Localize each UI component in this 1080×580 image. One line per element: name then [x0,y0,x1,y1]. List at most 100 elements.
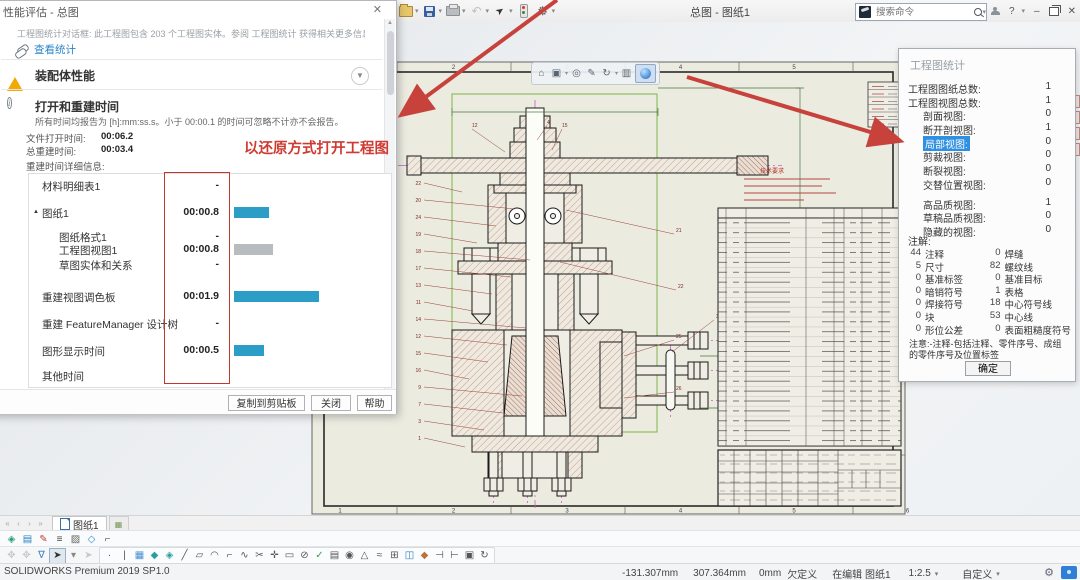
trim-icon[interactable]: ✂ [252,549,267,563]
status-gear-icon[interactable]: ⚙ [1044,566,1054,579]
svg-text:26: 26 [676,386,682,392]
count-row: 53中心线 [978,310,1071,323]
block-icon[interactable]: ▣ [462,549,477,563]
ok-button[interactable]: 确定 [965,361,1011,376]
polygon-icon[interactable]: ▱ [192,549,207,563]
table-icon[interactable]: ▤ [327,549,342,563]
sheet-scale[interactable]: 1:2.5 [909,568,931,579]
balloon-icon[interactable]: ◈ [4,532,19,546]
view-settings-button[interactable] [635,64,656,83]
units-dropdown-icon[interactable]: ▾ [996,570,1000,578]
circle-icon[interactable]: ⊘ [297,549,312,563]
edit-sketch-icon[interactable]: ✎ [585,68,598,79]
spline-icon[interactable]: ∿ [237,549,252,563]
copy-icon[interactable]: ✥ [19,549,34,563]
smart-dim-icon[interactable]: ⊣ [432,549,447,563]
open-icon[interactable] [398,3,414,19]
select-arrow-icon[interactable]: ➤ [49,548,66,564]
hud-dropdown-icon-2[interactable]: ▾ [615,70,618,77]
select-dropdown-icon[interactable]: ▾ [66,549,81,563]
view-icon[interactable]: ◫ [402,549,417,563]
options-gear-icon[interactable]: ⚙ [535,3,551,19]
rotate-view-icon[interactable]: ↻ [600,68,613,79]
first-sheet-icon[interactable]: « [2,519,13,528]
zoom-area-icon[interactable]: ▣ [550,68,563,79]
display-style-icon[interactable]: ▥ [620,68,633,79]
scrollbar-thumb[interactable] [387,31,394,95]
print-dropdown-icon[interactable]: ▾ [462,7,466,15]
help-dropdown-icon[interactable]: ▾ [1022,7,1026,15]
hud-dropdown-icon[interactable]: ▾ [565,70,568,77]
sheet-tab[interactable]: 图纸1 [52,516,107,531]
view-statistics-link[interactable]: 查看统计 [17,42,76,57]
save-dropdown-icon[interactable]: ▾ [439,7,443,15]
centerline-icon[interactable]: ╱ [177,549,192,563]
help-icon[interactable]: ? [1009,6,1015,17]
search-input[interactable] [874,6,974,19]
add-sheet-tab[interactable]: ▦ [109,516,129,531]
move-icon[interactable]: ✥ [4,549,19,563]
count-row: 1表格 [978,285,1071,298]
scale-dropdown-icon[interactable]: ▾ [935,570,939,578]
grid-icon[interactable]: ⊞ [387,549,402,563]
close-dialog-button[interactable]: 关闭 [311,395,351,411]
assembly-icon[interactable]: ◈ [162,549,177,563]
target-icon[interactable]: ◉ [342,549,357,563]
ok-icon[interactable]: ✓ [312,549,327,563]
select-icon[interactable]: ➤ [489,0,511,22]
prev-sheet-icon[interactable]: ‹ [13,519,24,528]
dialog-close-icon[interactable]: ✕ [373,3,382,16]
status-tip-icon[interactable] [1061,566,1077,579]
lasso-icon[interactable]: ➤ [81,549,96,563]
sheet-nav-buttons[interactable]: « ‹ › » [2,519,46,528]
bom-table[interactable] [718,208,901,446]
save-icon[interactable] [422,3,438,19]
datum-icon[interactable]: ⌐ [100,532,115,546]
units-setting[interactable]: 自定义 [962,566,992,580]
zoom-fit-icon[interactable]: ⌂ [535,68,548,79]
dim-icon[interactable]: ⊢ [447,549,462,563]
solid-icon[interactable]: ◆ [147,549,162,563]
search-icon[interactable] [974,8,982,16]
close-button[interactable]: ✕ [1068,6,1076,17]
view-orientation-icon[interactable]: ◎ [570,68,583,79]
stacked-balloon-icon[interactable]: ◇ [84,532,99,546]
help-button[interactable]: 帮助 [357,395,392,411]
triangle-icon[interactable]: △ [357,549,372,563]
hatch-icon[interactable]: ▨ [68,532,83,546]
open-dropdown-icon[interactable]: ▾ [415,7,419,15]
stat-row: 剪裁视图:0 [899,149,1075,163]
scroll-up-icon[interactable]: ▲ [385,20,395,26]
info-icon: i [7,97,12,110]
rebuild-traffic-icon[interactable] [516,3,532,19]
copy-to-clipboard-button[interactable]: 复制到剪贴板 [228,395,305,411]
filter-icon[interactable]: ∇ [34,549,49,563]
undo-icon[interactable]: ↶ [469,3,485,19]
last-sheet-icon[interactable]: » [35,519,46,528]
minimize-button[interactable]: – [1034,6,1040,17]
rebuild-icon[interactable]: ↻ [477,549,492,563]
line-icon[interactable]: | [117,549,132,563]
mirror-icon[interactable]: ✛ [267,549,282,563]
next-sheet-icon[interactable]: › [24,519,35,528]
stat-row: 草稿品质视图:0 [899,210,1075,224]
gold-icon[interactable]: ◆ [417,549,432,563]
login-user-icon[interactable] [991,7,1000,16]
wave-icon[interactable]: ≈ [372,549,387,563]
corner-icon[interactable]: ⌐ [222,549,237,563]
svg-text:3: 3 [418,419,421,425]
offset-icon[interactable]: ▭ [282,549,297,563]
restore-button[interactable] [1049,7,1059,16]
print-icon[interactable] [445,3,461,19]
line-format-icon[interactable]: ≡ [52,532,67,546]
spellcheck-icon[interactable]: ✎ [36,532,51,546]
command-search[interactable]: ▾ [855,3,987,21]
total-rebuild-time: 总重建时间:00:03.4 [26,144,76,158]
arc-icon[interactable]: ◠ [207,549,222,563]
count-row: 0暗销符号 [899,285,978,298]
rectangle-icon[interactable]: ▦ [132,549,147,563]
options-dropdown-icon[interactable]: ▾ [552,7,556,15]
point-icon[interactable]: · [102,549,117,563]
collapse-chevron-icon[interactable]: ▼ [351,67,369,85]
note-icon[interactable]: ▤ [20,532,35,546]
